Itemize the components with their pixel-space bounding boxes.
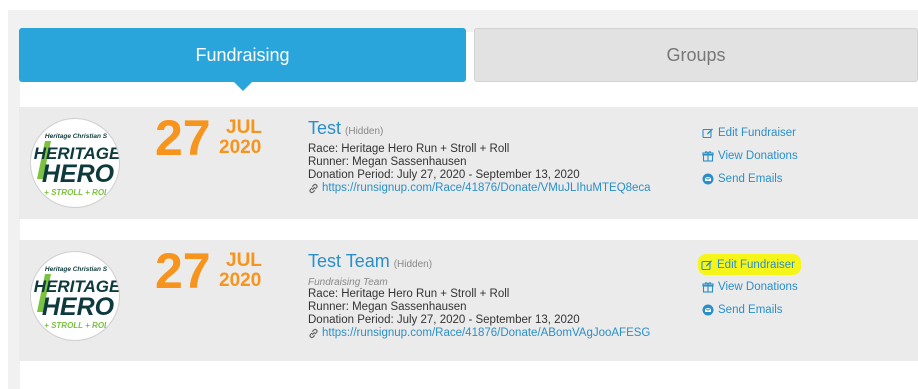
fundraiser-title[interactable]: Test [308, 118, 341, 139]
race-text: Race: Heritage Hero Run + Stroll + Roll [308, 143, 510, 155]
fundraiser-info: Test (Hidden) Race: Heritage Hero Run + … [308, 118, 688, 195]
view-donations-link[interactable]: View Donations [702, 144, 798, 167]
date-year: 2020 [219, 137, 262, 158]
logo-line2: HERO [42, 293, 115, 321]
tab-groups[interactable]: Groups [474, 28, 918, 82]
view-donations-link[interactable]: View Donations [702, 275, 801, 298]
donate-link[interactable]: https://runsignup.com/Race/41876/Donate/… [308, 182, 688, 195]
edit-fundraiser-label: Edit Fundraiser [718, 126, 796, 139]
send-emails-label: Send Emails [718, 172, 783, 185]
link-icon [308, 328, 319, 339]
donate-url: https://runsignup.com/Race/41876/Donate/… [322, 327, 651, 339]
edit-fundraiser-link[interactable]: Edit Fundraiser [698, 254, 801, 275]
email-icon [702, 304, 714, 316]
date-month: JUL [226, 250, 262, 271]
edit-icon [702, 127, 714, 139]
send-emails-link[interactable]: Send Emails [702, 167, 798, 190]
send-emails-label: Send Emails [718, 303, 783, 316]
fundraiser-card: Heritage Christian S HERITAGE HERO + STR… [19, 107, 918, 219]
runner-text: Runner: Megan Sassenhausen [308, 156, 467, 168]
date-month: JUL [226, 117, 262, 138]
donation-period-text: Donation Period: July 27, 2020 - Septemb… [308, 169, 580, 181]
hidden-tag: (Hidden) [345, 126, 384, 137]
donate-link[interactable]: https://runsignup.com/Race/41876/Donate/… [308, 327, 688, 340]
fundraiser-card: Heritage Christian S HERITAGE HERO + STR… [19, 240, 918, 361]
tab-fundraising-label: Fundraising [195, 44, 290, 65]
fundraiser-actions: Edit Fundraiser View Donations Send Emai… [702, 121, 798, 190]
race-text: Race: Heritage Hero Run + Stroll + Roll [308, 288, 510, 300]
fundraiser-title[interactable]: Test Team [308, 251, 390, 272]
donation-period-text: Donation Period: July 27, 2020 - Septemb… [308, 314, 580, 326]
race-logo: Heritage Christian S HERITAGE HERO + STR… [30, 251, 120, 341]
logo-line2: HERO [42, 160, 115, 188]
gift-icon [702, 150, 714, 162]
gift-icon [702, 281, 714, 293]
logo-bottom-text: + STROLL + ROLL [44, 188, 114, 197]
edit-fundraiser-link[interactable]: Edit Fundraiser [702, 121, 798, 144]
runner-text: Runner: Megan Sassenhausen [308, 301, 467, 313]
date-day: 27 [155, 110, 211, 166]
logo-top-text: Heritage Christian S [45, 133, 108, 140]
view-donations-label: View Donations [718, 280, 798, 293]
date-year: 2020 [219, 270, 262, 291]
active-tab-caret [233, 82, 252, 91]
edit-icon [701, 259, 713, 271]
send-emails-link[interactable]: Send Emails [702, 298, 801, 321]
link-icon [308, 183, 319, 194]
edit-fundraiser-label: Edit Fundraiser [717, 258, 795, 271]
fundraiser-info: Test Team (Hidden) Fundraising Team Race… [308, 251, 688, 340]
race-logo: Heritage Christian S HERITAGE HERO + STR… [30, 118, 120, 208]
view-donations-label: View Donations [718, 149, 798, 162]
logo-top-text: Heritage Christian S [45, 266, 108, 273]
hidden-tag: (Hidden) [393, 259, 433, 270]
logo-bottom-text: + STROLL + ROLL [44, 321, 114, 330]
tab-fundraising[interactable]: Fundraising [19, 28, 466, 91]
date-day: 27 [155, 243, 211, 299]
email-icon [702, 173, 714, 185]
fundraiser-actions: Edit Fundraiser View Donations Send Emai… [698, 254, 801, 321]
tab-groups-label: Groups [666, 44, 726, 65]
fundraiser-type: Fundraising Team [308, 277, 388, 288]
donate-url: https://runsignup.com/Race/41876/Donate/… [322, 182, 651, 194]
